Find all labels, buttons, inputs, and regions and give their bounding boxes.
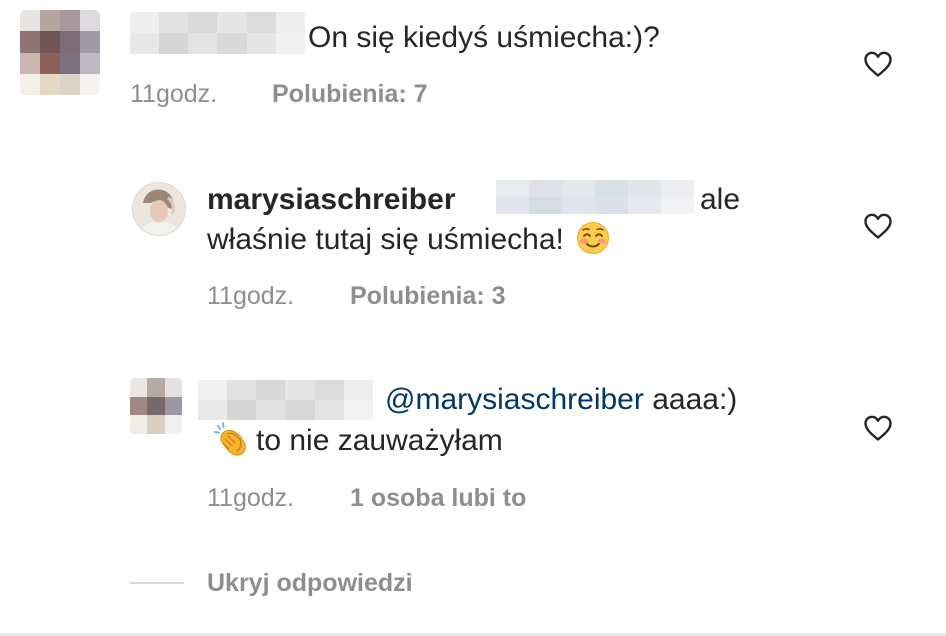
reply-likes[interactable]: Polubienia: 3 [350, 282, 506, 311]
hide-replies-button[interactable]: Ukryj odpowiedzi [207, 569, 413, 598]
comment-time: 11godz. [130, 80, 218, 108]
heart-outline-icon [864, 51, 892, 77]
comment-text: On się kiedyś uśmiecha:)? [308, 21, 660, 54]
username-redacted-1[interactable] [130, 12, 305, 54]
heart-outline-icon [864, 415, 892, 441]
clapping-hands-emoji-icon [212, 420, 250, 458]
reply-likes[interactable]: 1 osoba lubi to [350, 484, 526, 513]
heart-outline-icon [864, 213, 892, 239]
reply-text-line1: @marysiaschreiber aaaa:) [385, 383, 738, 416]
reply-text-line2: to nie zauważyłam [212, 420, 503, 461]
avatar-marysiaschreiber[interactable] [132, 182, 186, 236]
reply-time: 11godz. [207, 282, 295, 310]
mention-redacted[interactable] [496, 180, 694, 214]
reply-time: 11godz. [207, 484, 295, 512]
username-redacted-3[interactable] [198, 380, 373, 420]
like-icon[interactable] [863, 212, 893, 240]
like-icon[interactable] [863, 414, 893, 442]
reply-text-line2: właśnie tutaj się uśmiecha! [207, 220, 610, 260]
reply-text-line1: ale [700, 183, 741, 216]
avatar-commenter-3[interactable] [130, 378, 182, 434]
smiling-face-emoji-icon [576, 221, 610, 255]
avatar-commenter-1[interactable] [20, 10, 100, 95]
like-icon[interactable] [863, 50, 893, 78]
mention-link[interactable]: @marysiaschreiber [385, 383, 644, 416]
comment-likes[interactable]: Polubienia: 7 [272, 80, 428, 109]
replies-divider [130, 582, 184, 584]
reply-username[interactable]: marysiaschreiber [207, 180, 456, 220]
